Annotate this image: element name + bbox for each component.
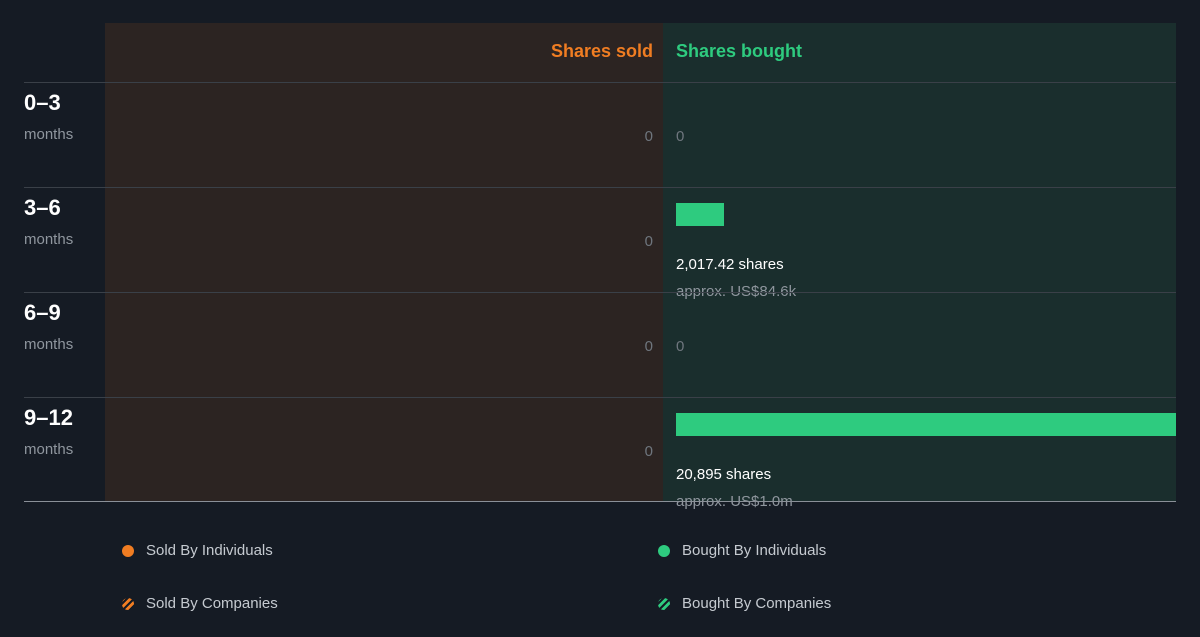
legend-item: Sold By Individuals (122, 542, 273, 560)
header-divider (24, 82, 1176, 83)
sold-value-label: 0 (644, 128, 653, 145)
row-divider (24, 397, 1176, 398)
row-range-label: 0–3 (24, 90, 61, 115)
insider-trading-chart: Shares sold Shares bought 0–3 months 0 0 3–6… (0, 0, 1200, 637)
legend-item: Sold By Companies (122, 595, 278, 613)
legend-label: Sold By Individuals (146, 542, 273, 559)
sold-value-label: 0 (644, 338, 653, 355)
chart-baseline (24, 501, 1176, 502)
bought-approx-label: approx. US$1.0m (676, 493, 793, 510)
legend-label: Sold By Companies (146, 595, 278, 612)
bought-shares-label: 20,895 shares (676, 466, 772, 483)
row-divider (24, 292, 1176, 293)
legend-label: Bought By Individuals (682, 542, 827, 559)
legend-dot-icon (658, 545, 670, 557)
bought-bar (676, 413, 1176, 436)
legend-item: Bought By Companies (658, 595, 831, 613)
row-unit-label: months (24, 126, 74, 143)
row-range-label: 6–9 (24, 300, 61, 325)
row-divider (24, 187, 1176, 188)
row-range-label: 3–6 (24, 195, 61, 220)
row-unit-label: months (24, 231, 74, 248)
row-unit-label: months (24, 336, 74, 353)
legend-dot-icon (122, 545, 134, 557)
legend-striped-icon (658, 598, 670, 610)
legend-label: Bought By Companies (682, 595, 832, 612)
bought-value-label: 0 (676, 338, 685, 355)
sold-panel (105, 23, 663, 501)
bought-value-label: 0 (676, 128, 685, 145)
bought-shares-label: 2,017.42 shares (676, 256, 784, 273)
row-unit-label: months (24, 441, 74, 458)
sold-value-label: 0 (644, 233, 653, 250)
bought-bar (676, 203, 725, 226)
shares-sold-header: Shares sold (550, 41, 653, 61)
row-range-label: 9–12 (24, 405, 73, 430)
shares-bought-header: Shares bought (676, 41, 803, 61)
legend-striped-icon (122, 598, 134, 610)
legend-item: Bought By Individuals (658, 542, 826, 560)
sold-value-label: 0 (644, 443, 653, 460)
